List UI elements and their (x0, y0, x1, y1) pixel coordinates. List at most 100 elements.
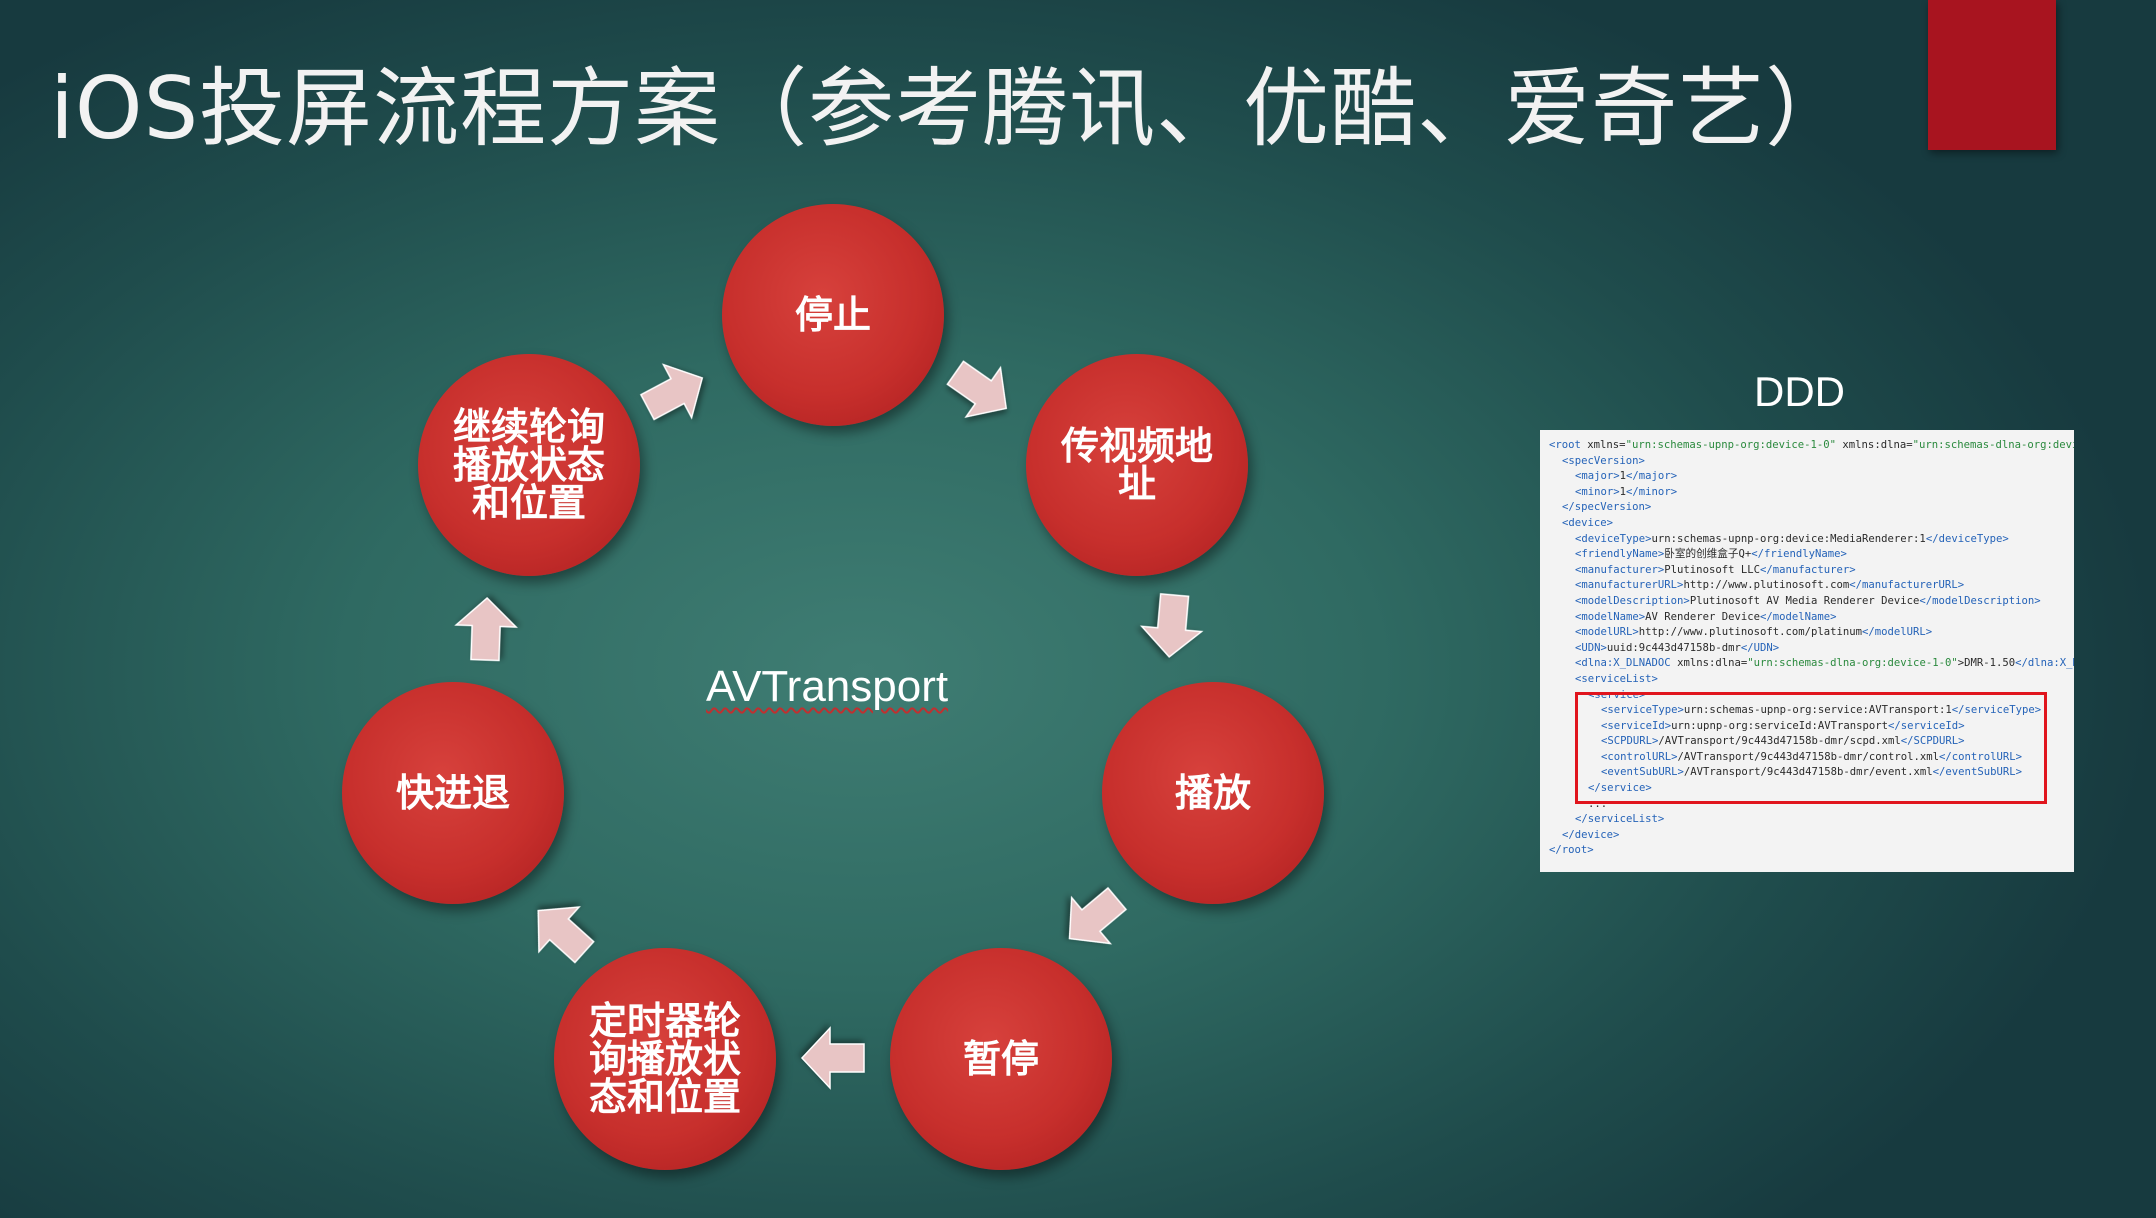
xml-token: <eventSubURL> (1601, 766, 1684, 779)
xml-line: <serviceId>urn:upnp-org:serviceId:AVTran… (1540, 719, 2074, 735)
xml-token: </dlna:X_DLNADOC> (2015, 657, 2074, 670)
xml-line: </root> (1540, 843, 2074, 859)
xml-token: </minor> (1626, 485, 1678, 498)
xml-line: <manufacturer>Plutinosoft LLC</manufactu… (1540, 563, 2074, 579)
xml-token: </friendlyName> (1751, 548, 1847, 561)
xml-token: http://www.plutinosoft.com/platinum (1638, 626, 1863, 639)
xml-token: </SCPDURL> (1900, 735, 1965, 748)
xml-line: <specVersion> (1540, 454, 2074, 470)
xml-line: <device> (1540, 516, 2074, 532)
xml-token: </serviceList> (1575, 813, 1665, 826)
node-seek-label: 快进退 (395, 771, 510, 815)
xml-token: >DMR-1.50 (1957, 657, 2016, 670)
xml-token: uuid:9c443d47158b-dmr (1606, 641, 1741, 654)
xml-token: </manufacturer> (1759, 563, 1856, 576)
xml-line: </service> (1540, 781, 2074, 797)
xml-token: http://www.plutinosoft.com (1683, 579, 1850, 592)
xml-line: <manufacturerURL>http://www.plutinosoft.… (1540, 578, 2074, 594)
xml-line: <SCPDURL>/AVTransport/9c443d47158b-dmr/s… (1540, 734, 2074, 750)
xml-token: ... (1588, 797, 1608, 810)
node-stop-label: 停止 (794, 293, 871, 337)
xml-token: <friendlyName> (1575, 548, 1665, 561)
node-play-label: 播放 (1174, 771, 1251, 815)
xml-token: xmlns:dlna= (1836, 439, 1913, 451)
xml-line: <friendlyName>卧室的创维盒子Q+</friendlyName> (1540, 547, 2074, 563)
node-continue-poll: 继续轮询 播放状态 和位置 (418, 354, 640, 576)
xml-token: <serviceType> (1601, 704, 1684, 717)
xml-token: <serviceId> (1601, 719, 1672, 732)
xml-line: <major>1</major> (1540, 469, 2074, 485)
xml-token: "urn:schemas-upnp-org:device-1-0" (1625, 439, 1837, 451)
xml-token: urn:schemas-upnp-org:device:MediaRendere… (1651, 532, 1926, 545)
xml-token: <specVersion> (1562, 454, 1645, 467)
xml-line: <serviceType>urn:schemas-upnp-org:servic… (1540, 703, 2074, 719)
xml-token: </serviceId> (1888, 719, 1965, 732)
xml-line: <root xmlns="urn:schemas-upnp-org:device… (1540, 438, 2074, 454)
xml-heading: DDD (1754, 368, 1845, 415)
node-continue-poll-label: 继续轮询 播放状态 和位置 (452, 405, 605, 525)
arrow-timer-to-seek (537, 906, 595, 964)
xml-token: <modelURL> (1575, 626, 1639, 639)
xml-token: Plutinosoft AV Media Renderer Device (1689, 594, 1920, 607)
arrow-pause-to-timer (800, 1026, 865, 1090)
xml-token: "urn:schemas-dlna-org:device-1-0" (1912, 439, 2074, 451)
xml-token: /AVTransport/9c443d47158b-dmr/scpd.xml (1658, 735, 1901, 748)
xml-token: "urn:schemas-dlna-org:device-1-0" (1747, 657, 1958, 670)
xml-token: xmlns:dlna= (1677, 657, 1748, 670)
xml-token: </modelName> (1759, 610, 1837, 623)
xml-token: </manufacturerURL> (1849, 579, 1965, 592)
xml-token: <dlna:X_DLNADOC (1575, 657, 1678, 670)
xml-token: </specVersion> (1562, 501, 1652, 514)
xml-token: <minor> (1575, 485, 1620, 498)
node-pause-label: 暂停 (962, 1037, 1039, 1081)
xml-token: <deviceType> (1575, 532, 1652, 545)
xml-token: <modelDescription> (1575, 594, 1690, 607)
xml-token: urn:schemas-upnp-org:service:AVTransport… (1683, 704, 1952, 717)
xml-token: </UDN> (1740, 641, 1780, 654)
xml-token: <root (1549, 439, 1588, 451)
xml-line: <deviceType>urn:schemas-upnp-org:device:… (1540, 532, 2074, 548)
xml-line: <serviceList> (1540, 672, 2074, 688)
xml-line: <modelDescription>Plutinosoft AV Media R… (1540, 594, 2074, 610)
xml-line: <modelName>AV Renderer Device</modelName… (1540, 610, 2074, 626)
center-label: AVTransport (706, 662, 949, 711)
xml-line: </serviceList> (1540, 812, 2074, 828)
xml-token: <serviceList> (1575, 672, 1658, 685)
xml-token: /AVTransport/9c443d47158b-dmr/event.xml (1683, 766, 1933, 779)
xml-token: /AVTransport/9c443d47158b-dmr/control.xm… (1677, 750, 1940, 763)
xml-token: Plutinosoft LLC (1664, 563, 1760, 576)
xml-line: </device> (1540, 828, 2074, 844)
xml-line: <minor>1</minor> (1540, 485, 2074, 501)
xml-token: </service> (1588, 782, 1652, 795)
node-seek: 快进退 (342, 682, 564, 904)
xml-token: <manufacturerURL> (1575, 579, 1684, 592)
xml-token: 卧室的创维盒子Q+ (1664, 548, 1752, 561)
xml-token: </serviceType> (1951, 704, 2042, 717)
arrow-seek-to-continue (454, 596, 518, 662)
xml-token: </root> (1549, 844, 1594, 857)
xml-token: </modelURL> (1862, 626, 1933, 639)
xml-line: <modelURL>http://www.plutinosoft.com/pla… (1540, 625, 2074, 641)
xml-token: <UDN> (1575, 641, 1607, 654)
node-pause: 暂停 (890, 948, 1112, 1170)
xml-token: </device> (1562, 828, 1620, 841)
xml-line: <service> (1540, 688, 2074, 704)
arrow-stop-to-send-url (946, 360, 1008, 418)
arrow-play-to-pause (1068, 886, 1128, 945)
xml-line: <UDN>uuid:9c443d47158b-dmr</UDN> (1540, 641, 2074, 657)
xml-token: urn:upnp-org:serviceId:AVTransport (1671, 719, 1889, 732)
xml-token: xmlns= (1587, 439, 1626, 451)
xml-token: <manufacturer> (1575, 563, 1665, 576)
xml-line: </specVersion> (1540, 500, 2074, 516)
xml-line: <controlURL>/AVTransport/9c443d47158b-dm… (1540, 750, 2074, 766)
node-timer-poll: 定时器轮 询播放状 态和位置 (554, 948, 776, 1170)
xml-token: </controlURL> (1939, 750, 2022, 763)
xml-token: <service> (1588, 688, 1646, 701)
xml-token: </modelDescription> (1919, 594, 2041, 607)
arrow-send-url-to-play (1139, 593, 1204, 658)
xml-token: <device> (1562, 516, 1614, 529)
xml-token: <controlURL> (1601, 750, 1678, 763)
xml-token: <modelName> (1575, 610, 1646, 623)
xml-token: AV Renderer Device (1645, 610, 1760, 623)
xml-token: <major> (1575, 470, 1620, 483)
